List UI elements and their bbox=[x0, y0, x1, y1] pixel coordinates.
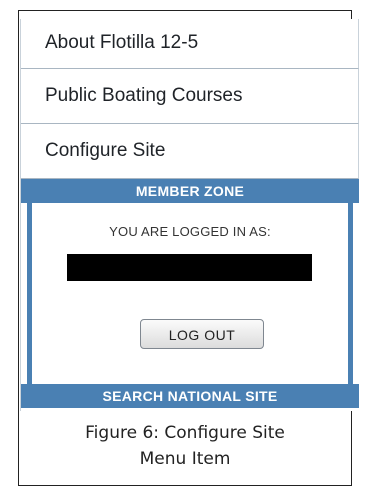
menu-item-configure-site[interactable]: Configure Site bbox=[21, 124, 359, 179]
member-zone-panel: YOU ARE LOGGED IN AS: LOG OUT bbox=[27, 203, 353, 384]
logout-button[interactable]: LOG OUT bbox=[140, 319, 264, 349]
caption-line-1: Figure 6: Configure Site bbox=[85, 423, 285, 443]
menu-item-public-boating-courses[interactable]: Public Boating Courses bbox=[21, 69, 359, 124]
site-sidebar-screenshot: About Flotilla 12-5 Public Boating Cours… bbox=[20, 19, 359, 411]
figure-caption: Figure 6: Configure Site Menu Item bbox=[18, 420, 352, 472]
redacted-username bbox=[67, 254, 312, 281]
member-zone-header: MEMBER ZONE bbox=[21, 179, 359, 203]
search-national-site-link[interactable]: SEARCH NATIONAL SITE bbox=[21, 384, 359, 408]
caption-line-2: Menu Item bbox=[139, 449, 231, 469]
logged-in-label: YOU ARE LOGGED IN AS: bbox=[109, 224, 271, 239]
menu-item-about-flotilla[interactable]: About Flotilla 12-5 bbox=[21, 19, 359, 69]
